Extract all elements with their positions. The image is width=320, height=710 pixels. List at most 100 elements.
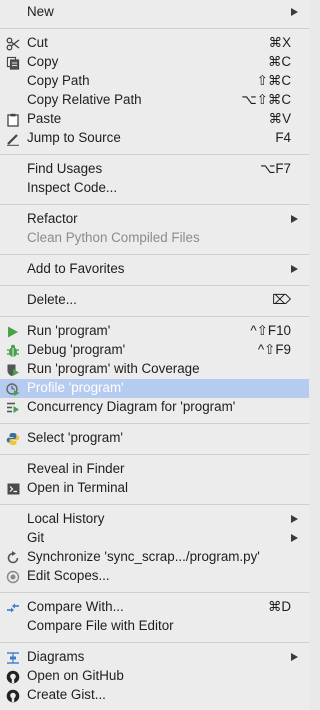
- menu-item-label: Git: [27, 530, 45, 545]
- menu-item-edit-scopes[interactable]: Edit Scopes...: [0, 567, 309, 586]
- menu-item-diagrams[interactable]: Diagrams: [0, 648, 309, 667]
- context-menu: New Cut ⌘X Copy ⌘C Copy Path ⇧⌘C Copy Re…: [0, 0, 309, 710]
- menu-item-git[interactable]: Git: [0, 529, 309, 548]
- separator: [0, 504, 309, 505]
- diagram-icon: [5, 650, 21, 665]
- menu-item-label: Diagrams: [27, 649, 85, 664]
- menu-item-find-usages[interactable]: Find Usages ⌥F7: [0, 160, 309, 179]
- separator: [0, 316, 309, 317]
- menu-item-label: Run 'program' with Coverage: [27, 361, 200, 376]
- scope-target-icon: [5, 569, 21, 584]
- menu-item-label: Clean Python Compiled Files: [27, 230, 200, 245]
- github-icon: [5, 688, 21, 703]
- menu-item-label: Paste: [27, 111, 62, 126]
- menu-item-reveal-in-finder[interactable]: Reveal in Finder: [0, 460, 309, 479]
- menu-item-label: New: [27, 4, 54, 19]
- compare-arrows-icon: [5, 600, 21, 615]
- menu-item-run-with-coverage[interactable]: Run 'program' with Coverage: [0, 360, 309, 379]
- menu-item-jump-to-source[interactable]: Jump to Source F4: [0, 129, 309, 148]
- shortcut: ⌥F7: [259, 161, 291, 176]
- menu-item-open-on-github[interactable]: Open on GitHub: [0, 667, 309, 686]
- menu-item-label: Select 'program': [27, 430, 123, 445]
- menu-item-label: Inspect Code...: [27, 180, 118, 195]
- menu-item-label: Synchronize 'sync_scrap.../program.py': [27, 549, 260, 564]
- delete-key-icon: ⌦: [272, 292, 291, 307]
- menu-item-label: Delete...: [27, 292, 77, 307]
- menu-item-label: Open in Terminal: [27, 480, 128, 495]
- shortcut: ⌘C: [267, 54, 291, 69]
- separator: [0, 204, 309, 205]
- shortcut: ⌘V: [268, 111, 291, 126]
- separator: [0, 642, 309, 643]
- menu-item-synchronize[interactable]: Synchronize 'sync_scrap.../program.py': [0, 548, 309, 567]
- menu-item-local-history[interactable]: Local History: [0, 510, 309, 529]
- menu-item-label: Compare File with Editor: [27, 618, 174, 633]
- submenu-arrow-icon: [291, 265, 298, 273]
- python-icon: [5, 431, 21, 446]
- menu-item-inspect-code[interactable]: Inspect Code...: [0, 179, 309, 198]
- debug-bug-icon: [5, 343, 21, 358]
- menu-item-add-to-favorites[interactable]: Add to Favorites: [0, 260, 309, 279]
- github-icon: [5, 669, 21, 684]
- menu-item-label: Find Usages: [27, 161, 103, 176]
- coverage-shield-icon: [5, 362, 21, 377]
- menu-item-label: Add to Favorites: [27, 261, 125, 276]
- submenu-arrow-icon: [291, 534, 298, 542]
- menu-item-label: Compare With...: [27, 599, 124, 614]
- menu-item-label: Refactor: [27, 211, 78, 226]
- submenu-arrow-icon: [291, 215, 298, 223]
- menu-item-label: Copy: [27, 54, 59, 69]
- menu-item-compare-with[interactable]: Compare With... ⌘D: [0, 598, 309, 617]
- submenu-arrow-icon: [291, 653, 298, 661]
- menu-item-label: Create Gist...: [27, 687, 106, 702]
- profiler-clock-icon: [5, 381, 21, 396]
- pencil-icon: [5, 131, 21, 146]
- menu-item-paste[interactable]: Paste ⌘V: [0, 110, 309, 129]
- separator: [0, 254, 309, 255]
- menu-item-label: Open on GitHub: [27, 668, 124, 683]
- menu-item-run-program[interactable]: Run 'program' ^⇧F10: [0, 322, 309, 341]
- menu-item-copy-path[interactable]: Copy Path ⇧⌘C: [0, 72, 309, 91]
- menu-item-copy[interactable]: Copy ⌘C: [0, 53, 309, 72]
- menu-item-copy-relative-path[interactable]: Copy Relative Path ⌥⇧⌘C: [0, 91, 309, 110]
- menu-item-label: Debug 'program': [27, 342, 126, 357]
- menu-item-select-program[interactable]: Select 'program': [0, 429, 309, 448]
- menu-item-open-in-terminal[interactable]: Open in Terminal: [0, 479, 309, 498]
- scissors-icon: [5, 36, 21, 51]
- shortcut: ⌘X: [268, 35, 291, 50]
- separator: [0, 454, 309, 455]
- menu-item-compare-file-with-editor[interactable]: Compare File with Editor: [0, 617, 309, 636]
- submenu-arrow-icon: [291, 8, 298, 16]
- menu-item-new[interactable]: New: [0, 3, 309, 22]
- terminal-icon: [5, 481, 21, 496]
- menu-item-profile-program[interactable]: Profile 'program': [0, 379, 309, 398]
- menu-item-label: Copy Path: [27, 73, 90, 88]
- shortcut: ⇧⌘C: [256, 73, 291, 88]
- shortcut: ^⇧F9: [257, 342, 291, 357]
- separator: [0, 285, 309, 286]
- run-icon: [5, 324, 21, 339]
- shortcut: ^⇧F10: [250, 323, 291, 338]
- menu-item-label: Run 'program': [27, 323, 111, 338]
- menu-item-debug-program[interactable]: Debug 'program' ^⇧F9: [0, 341, 309, 360]
- menu-item-cut[interactable]: Cut ⌘X: [0, 34, 309, 53]
- menu-item-label: Reveal in Finder: [27, 461, 125, 476]
- separator: [0, 423, 309, 424]
- menu-item-label: Concurrency Diagram for 'program': [27, 399, 236, 414]
- menu-item-delete[interactable]: Delete... ⌦: [0, 291, 309, 310]
- menu-item-label: Copy Relative Path: [27, 92, 142, 107]
- shortcut: ⌥⇧⌘C: [241, 92, 291, 107]
- menu-item-create-gist[interactable]: Create Gist...: [0, 686, 309, 705]
- submenu-arrow-icon: [291, 515, 298, 523]
- shortcut: F4: [275, 130, 291, 145]
- menu-item-label: Profile 'program': [27, 380, 124, 395]
- menu-item-refactor[interactable]: Refactor: [0, 210, 309, 229]
- copy-icon: [5, 55, 21, 70]
- shortcut: ⌘D: [267, 599, 291, 614]
- separator: [0, 592, 309, 593]
- menu-item-label: Jump to Source: [27, 130, 121, 145]
- separator: [0, 28, 309, 29]
- menu-item-label: Edit Scopes...: [27, 568, 110, 583]
- sync-icon: [5, 550, 21, 565]
- menu-item-concurrency-diagram[interactable]: Concurrency Diagram for 'program': [0, 398, 309, 417]
